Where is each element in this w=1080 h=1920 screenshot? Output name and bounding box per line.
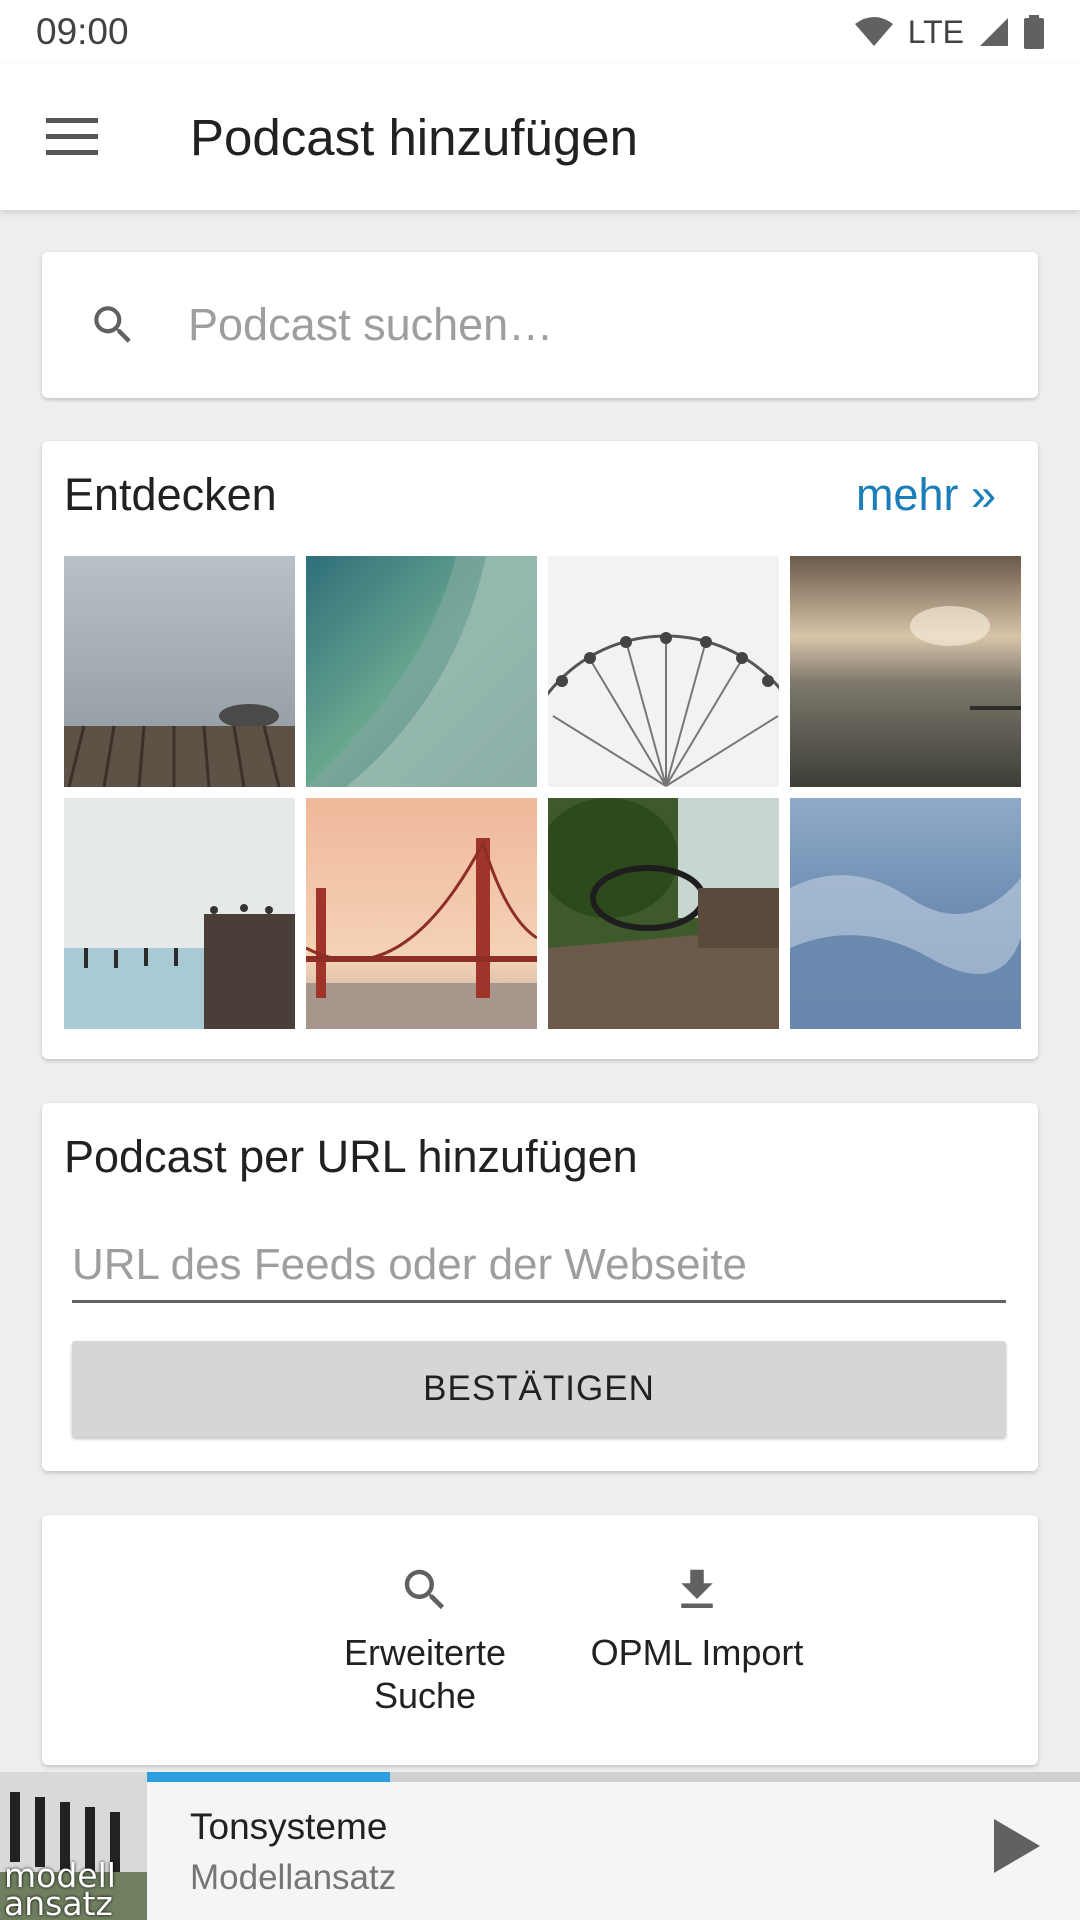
podcast-tile-foggy-pier[interactable]: [64, 556, 295, 787]
status-time: 09:00: [36, 11, 129, 52]
actions-card: Erweiterte Suche OPML Import: [42, 1515, 1038, 1765]
status-icons: LTE: [854, 14, 1044, 51]
search-icon: [94, 306, 131, 343]
discover-more-link[interactable]: mehr »: [856, 469, 996, 521]
mini-player[interactable]: modell ansatz Tonsysteme Modellansatz: [0, 1772, 1080, 1920]
discover-card: Entdecken mehr »: [42, 441, 1038, 1059]
add-by-url-title: Podcast per URL hinzufügen: [64, 1131, 638, 1182]
opml-import-button[interactable]: OPML Import: [582, 1563, 812, 1674]
podcast-tile-birds-on-posts[interactable]: [64, 798, 295, 1029]
search-input[interactable]: [186, 298, 990, 352]
podcast-tile-ferris-wheel[interactable]: [548, 556, 779, 787]
wifi-icon: [854, 17, 893, 46]
playback-progress-fill: [147, 1772, 390, 1782]
discover-title: Entdecken: [64, 469, 277, 520]
signal-icon: [980, 18, 1008, 46]
advanced-search-label: Erweiterte Suche: [343, 1632, 507, 1716]
network-type: LTE: [907, 13, 964, 50]
hamburger-menu-icon[interactable]: [46, 118, 98, 156]
advanced-search-button[interactable]: Erweiterte Suche: [310, 1563, 540, 1717]
discover-grid: [64, 556, 1021, 1030]
battery-icon: [1024, 15, 1044, 49]
podcast-tile-aerial-mountains[interactable]: [790, 798, 1021, 1029]
search-icon: [404, 1569, 445, 1610]
playback-progress-bar: [147, 1772, 1080, 1782]
status-bar: 09:00 LTE: [0, 0, 1080, 64]
page-title: Podcast hinzufügen: [190, 108, 638, 166]
podcast-tile-ocean-wave[interactable]: [306, 556, 537, 787]
cover-logo-text: modell ansatz: [4, 1856, 116, 1920]
download-icon: [681, 1569, 713, 1608]
confirm-button[interactable]: BESTÄTIGEN: [72, 1341, 1006, 1437]
search-card: [42, 252, 1038, 398]
podcast-tile-golden-gate-bridge[interactable]: [306, 798, 537, 1029]
opml-import-label: OPML Import: [590, 1632, 804, 1673]
episode-title: Tonsysteme: [190, 1806, 388, 1847]
add-by-url-card: Podcast per URL hinzufügen BESTÄTIGEN: [42, 1103, 1038, 1471]
podcast-name: Modellansatz: [190, 1858, 397, 1897]
play-icon[interactable]: [990, 1817, 1042, 1875]
podcast-tile-stormy-sea[interactable]: [790, 556, 1021, 787]
feed-url-input[interactable]: [72, 1239, 1006, 1303]
podcast-tile-old-truck-interior[interactable]: [548, 798, 779, 1029]
app-bar: Podcast hinzufügen: [0, 64, 1080, 210]
episode-cover: modell ansatz: [0, 1772, 147, 1920]
